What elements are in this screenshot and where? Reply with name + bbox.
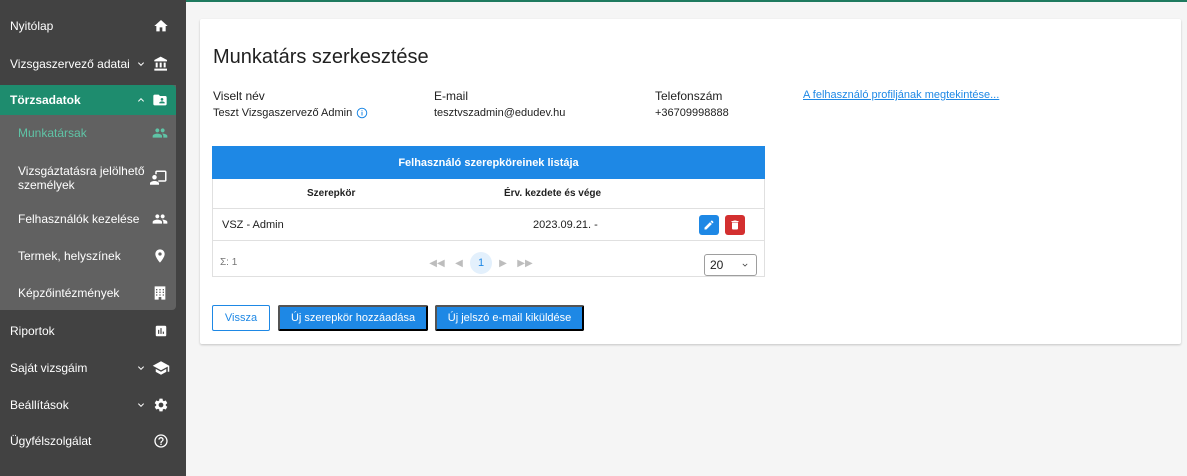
- current-page-button[interactable]: 1: [470, 252, 492, 274]
- add-role-button[interactable]: Új szerepkör hozzáadása: [278, 305, 428, 331]
- name-value: Teszt Vizsgaszervező Admin: [213, 107, 368, 119]
- home-icon: [152, 17, 170, 35]
- edit-colleague-card: Munkatárs szerkesztése Viselt név Teszt …: [200, 19, 1181, 344]
- page-title: Munkatárs szerkesztése: [213, 46, 429, 68]
- sidebar-submenu: [0, 85, 176, 310]
- column-header-role: Szerepkör: [307, 188, 356, 199]
- validity-cell: 2023.09.21. -: [533, 219, 598, 231]
- row-divider: [213, 240, 764, 241]
- send-password-email-button[interactable]: Új jelszó e-mail kiküldése: [435, 305, 584, 331]
- roles-table-title: Felhasználó szerepköreinek listája: [212, 146, 765, 179]
- sidebar-item-master-data[interactable]: Törzsadatok: [0, 85, 176, 115]
- bar-chart-icon: [152, 322, 170, 340]
- sidebar-item-organizer-data[interactable]: Vizsgaszervező adatai: [0, 46, 186, 82]
- roles-table: Felhasználó szerepköreinek listája Szere…: [212, 146, 765, 277]
- sidebar-item-customer-service[interactable]: Ügyfélszolgálat: [0, 423, 186, 459]
- graduation-cap-icon: [152, 359, 170, 377]
- bank-icon: [152, 55, 170, 73]
- page-size-select[interactable]: 20: [704, 254, 757, 276]
- name-label: Viselt név: [213, 89, 265, 103]
- trash-icon: [731, 220, 739, 230]
- sidebar-item-label: Ügyfélszolgálat: [10, 434, 92, 448]
- sidebar-subitem-label: Termek, helyszínek: [18, 249, 121, 263]
- building-icon: [152, 285, 168, 301]
- phone-value: +36709998888: [655, 107, 729, 119]
- pagination: ◀◀ ◀ 1 ▶ ▶▶: [426, 252, 536, 274]
- gear-icon: [152, 396, 170, 414]
- role-cell: VSZ - Admin: [222, 219, 284, 231]
- view-profile-link[interactable]: A felhasználó profiljának megtekintése..…: [803, 89, 999, 101]
- sidebar-subitem-training-institutions[interactable]: Képzőintézmények: [0, 283, 176, 303]
- chevron-down-icon: [134, 398, 148, 412]
- name-value-text: Teszt Vizsgaszervező Admin: [213, 107, 353, 119]
- people-icon: [152, 211, 168, 227]
- email-value: tesztvszadmin@edudev.hu: [434, 107, 566, 119]
- row-divider: [213, 208, 764, 209]
- sidebar-item-label: Vizsgaszervező adatai: [10, 57, 130, 71]
- email-label: E-mail: [434, 89, 469, 103]
- people-icon: [152, 125, 168, 141]
- sidebar-item-my-exams[interactable]: Saját vizsgáim: [0, 350, 186, 386]
- sidebar-subitem-rooms-locations[interactable]: Termek, helyszínek: [0, 246, 176, 266]
- chevron-up-icon: [134, 93, 148, 107]
- phone-label: Telefonszám: [655, 89, 723, 103]
- column-header-validity: Érv. kezdete és vége: [504, 188, 602, 199]
- chevron-down-icon: [742, 263, 748, 267]
- sidebar-item-label: Saját vizsgáim: [10, 361, 88, 375]
- sidebar-subitem-examinable-persons[interactable]: Vizsgáztatásra jelölhető személyek: [0, 162, 176, 194]
- chevron-down-icon: [134, 57, 148, 71]
- next-page-button[interactable]: ▶: [492, 252, 514, 274]
- sidebar-item-label: Beállítások: [10, 398, 69, 412]
- sidebar-item-settings[interactable]: Beállítások: [0, 387, 186, 423]
- sidebar-item-label: Riportok: [10, 324, 55, 338]
- sidebar-subitem-label: Felhasználók kezelése: [18, 212, 140, 226]
- chevron-down-icon: [134, 361, 148, 375]
- presenter-icon: [150, 169, 168, 187]
- sidebar-subitem-label: Munkatársak: [18, 126, 87, 140]
- sidebar: Nyitólap Vizsgaszervező adatai Törzsadat…: [0, 0, 186, 476]
- first-page-button[interactable]: ◀◀: [426, 252, 448, 274]
- help-icon: [152, 432, 170, 450]
- folder-shared-icon: [152, 92, 168, 108]
- sidebar-item-label: Nyitólap: [10, 19, 54, 33]
- sidebar-item-label: Törzsadatok: [10, 93, 81, 107]
- pencil-icon: [704, 220, 714, 230]
- info-icon[interactable]: [356, 107, 368, 119]
- delete-role-button[interactable]: [725, 215, 745, 235]
- prev-page-button[interactable]: ◀: [448, 252, 470, 274]
- location-pin-icon: [152, 248, 168, 264]
- page-size-value: 20: [710, 258, 724, 272]
- last-page-button[interactable]: ▶▶: [514, 252, 536, 274]
- edit-role-button[interactable]: [699, 215, 719, 235]
- sidebar-subitem-colleagues[interactable]: Munkatársak: [0, 123, 176, 143]
- sidebar-item-reports[interactable]: Riportok: [0, 313, 186, 349]
- sidebar-subitem-label: Képzőintézmények: [18, 286, 120, 300]
- sidebar-item-home[interactable]: Nyitólap: [0, 8, 186, 44]
- sidebar-subitem-label: Vizsgáztatásra jelölhető személyek: [18, 164, 145, 192]
- sidebar-subitem-user-management[interactable]: Felhasználók kezelése: [0, 209, 176, 229]
- back-button[interactable]: Vissza: [212, 305, 270, 331]
- row-count: Σ: 1: [220, 257, 238, 268]
